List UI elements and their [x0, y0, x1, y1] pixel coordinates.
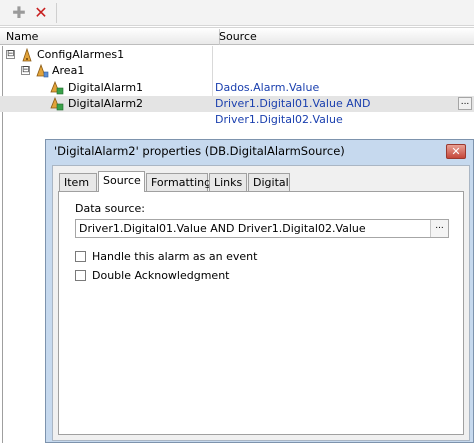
collapse-icon[interactable]: ⊟: [21, 66, 30, 75]
data-source-label: Data source:: [75, 202, 145, 215]
properties-dialog: 'DigitalAlarm2' properties (DB.DigitalAl…: [45, 139, 474, 443]
tree-header: Name Source: [0, 27, 474, 45]
tree-node-label: DigitalAlarm1: [68, 81, 144, 94]
dialog-client-area: Item Source Formatting Links Digital Dat…: [52, 165, 470, 441]
dialog-title: 'DigitalAlarm2' properties (DB.DigitalAl…: [54, 144, 345, 158]
tab-formatting[interactable]: Formatting: [146, 173, 211, 191]
column-header-source[interactable]: Source: [213, 29, 474, 45]
browse-data-source-button[interactable]: ...: [430, 220, 448, 237]
double-ack-checkbox[interactable]: [75, 270, 86, 281]
toolbar-separator: [56, 3, 57, 23]
double-ack-label: Double Acknowledgment: [92, 269, 230, 282]
tree-row-configalarmes1[interactable]: ⊟ ConfigAlarmes1: [0, 47, 474, 63]
alarm-config-icon: [22, 48, 32, 62]
tree-row-digitalalarm2[interactable]: DigitalAlarm2 Driver1.Digital01.Value AN…: [0, 96, 474, 126]
data-source-field[interactable]: Driver1.Digital01.Value AND Driver1.Digi…: [75, 219, 449, 238]
digital-alarm-icon: [50, 97, 64, 111]
tree-row-digitalalarm1[interactable]: DigitalAlarm1 Dados.Alarm.Value: [0, 80, 474, 96]
delete-icon[interactable]: ✕: [32, 4, 50, 22]
tab-digital[interactable]: Digital: [248, 173, 290, 191]
digital-alarm-icon: [50, 81, 64, 95]
data-source-value: Driver1.Digital01.Value AND Driver1.Digi…: [79, 222, 366, 235]
close-button[interactable]: ✕: [446, 144, 466, 159]
tree-node-label: Area1: [52, 64, 85, 77]
tree-node-label: DigitalAlarm2: [68, 97, 144, 110]
collapse-icon[interactable]: ⊟: [6, 50, 15, 59]
tree-row-area1[interactable]: ⊟ Area1: [0, 63, 474, 79]
column-header-name[interactable]: Name: [0, 29, 220, 45]
tab-source[interactable]: Source: [98, 171, 145, 192]
tab-item[interactable]: Item: [59, 173, 97, 191]
browse-source-button[interactable]: ...: [458, 97, 472, 110]
tree-node-label: ConfigAlarmes1: [37, 48, 125, 61]
tab-links[interactable]: Links: [209, 173, 247, 191]
plus-icon[interactable]: ✚: [10, 4, 28, 22]
area-icon: [36, 64, 49, 78]
handle-as-event-label: Handle this alarm as an event: [92, 250, 258, 263]
toolbar: ✚ ✕: [0, 0, 474, 26]
handle-as-event-checkbox[interactable]: [75, 251, 86, 262]
source-tab-panel: Data source: Driver1.Digital01.Value AND…: [58, 191, 464, 435]
tree-node-source[interactable]: Dados.Alarm.Value: [213, 80, 474, 96]
tree-node-source[interactable]: Driver1.Digital01.Value AND Driver1.Digi…: [213, 96, 474, 126]
